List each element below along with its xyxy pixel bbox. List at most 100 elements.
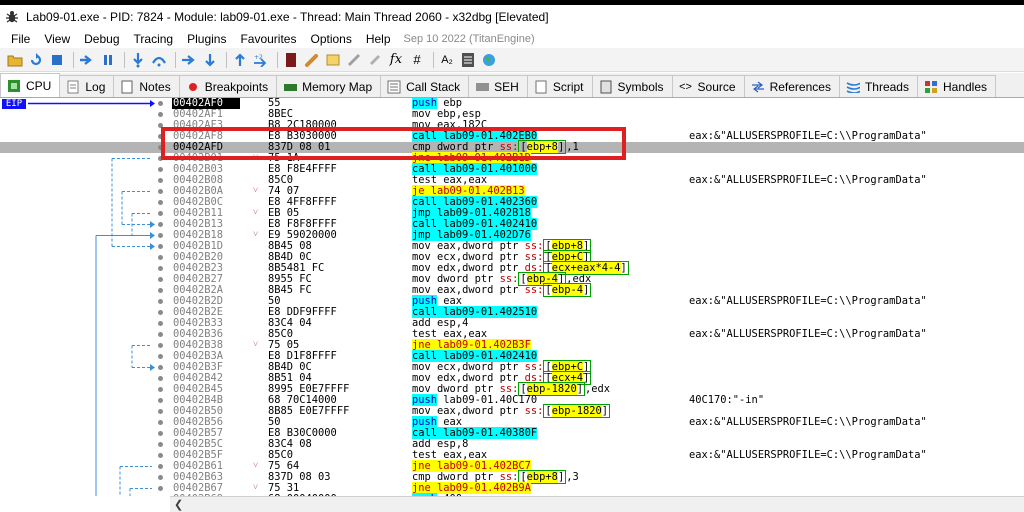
open-folder-icon[interactable] [6, 51, 24, 69]
jump-direction-icon: ˅ [253, 153, 259, 163]
breakpoint-bullet-icon[interactable] [158, 266, 163, 271]
hash-icon[interactable]: # [408, 51, 426, 69]
horizontal-scrollbar[interactable]: ❮ [170, 496, 1024, 512]
stop-icon[interactable] [48, 51, 66, 69]
breakpoint-bullet-icon[interactable] [158, 376, 163, 381]
breakpoint-bullet-icon[interactable] [158, 211, 163, 216]
comments-icon[interactable] [324, 51, 342, 69]
bug-app-icon [4, 9, 20, 25]
instruction-comment: eax:&"ALLUSERSPROFILE=C:\\ProgramData" [689, 174, 927, 186]
disasm-row[interactable]: 00402AF0 55 push ebp [0, 98, 1024, 109]
breakpoint-bullet-icon[interactable] [158, 475, 163, 480]
breakpoint-bullet-icon[interactable] [158, 101, 163, 106]
tab-symbols[interactable]: Symbols [591, 75, 673, 97]
tab-threads[interactable]: Threads [838, 75, 918, 97]
tab-breakpoints[interactable]: Breakpoints [178, 75, 278, 97]
strings-az-icon[interactable]: A₂ [438, 51, 456, 69]
segment-prefix: ss: [524, 284, 544, 296]
breakpoint-bullet-icon[interactable] [158, 387, 163, 392]
breakpoint-bullet-icon[interactable] [158, 431, 163, 436]
functions-fx-icon[interactable]: fx [387, 51, 405, 69]
breakpoint-bullet-icon[interactable] [158, 156, 163, 161]
breakpoint-bullet-icon[interactable] [158, 354, 163, 359]
breakpoint-bullet-icon[interactable] [158, 112, 163, 117]
run-icon[interactable] [78, 51, 96, 69]
run-to-user-code-icon[interactable]: +2 [252, 51, 270, 69]
breakpoint-bullet-icon[interactable] [158, 464, 163, 469]
breakpoint-bullet-icon[interactable] [158, 200, 163, 205]
breakpoint-bullet-icon[interactable] [158, 442, 163, 447]
breakpoint-bullet-icon[interactable] [158, 486, 163, 491]
breakpoint-bullet-icon[interactable] [158, 398, 163, 403]
tab-log[interactable]: Log [59, 75, 115, 97]
tab-script[interactable]: Script [526, 75, 593, 97]
breakpoint-bullet-icon[interactable] [158, 288, 163, 293]
scroll-left-icon[interactable]: ❮ [174, 498, 183, 511]
breakpoint-bullet-icon[interactable] [158, 189, 163, 194]
breakpoint-bullet-icon[interactable] [158, 134, 163, 139]
trace-into-icon[interactable] [180, 51, 198, 69]
breakpoint-bullet-icon[interactable] [158, 343, 163, 348]
breakpoint-bullet-icon[interactable] [158, 233, 163, 238]
menu-debug[interactable]: Debug [77, 32, 126, 46]
tab-notes[interactable]: Notes [113, 75, 180, 97]
tab-cpu[interactable]: CPU [0, 73, 61, 97]
menu-file[interactable]: File [4, 32, 37, 46]
menu-view[interactable]: View [37, 32, 77, 46]
jump-direction-icon: ˅ [253, 461, 259, 471]
menu-tracing[interactable]: Tracing [127, 32, 181, 46]
breakpoint-bullet-icon[interactable] [158, 277, 163, 282]
breakpoint-bullet-icon[interactable] [158, 145, 163, 150]
breakpoint-bullet-icon[interactable] [158, 453, 163, 458]
tab-source[interactable]: <> Source [671, 75, 745, 97]
disasm-row[interactable]: 00402B2E E8 DDF9FFFF call lab09-01.402510 [0, 306, 1024, 318]
breakpoint-bullet-icon[interactable] [158, 222, 163, 227]
breakpoint-bullet-icon[interactable] [158, 255, 163, 260]
callstack-icon [387, 80, 401, 94]
toolbar-separator [277, 51, 278, 68]
tab-handles[interactable]: Handles [916, 75, 997, 97]
tab-seh[interactable]: SEH [468, 75, 528, 97]
module-list-icon[interactable] [459, 51, 477, 69]
disasm-row[interactable]: 00402B57 E8 B30C0000 call lab09-01.40380F [0, 427, 1024, 439]
tab-memory-map[interactable]: Memory Map [276, 75, 382, 97]
breakpoint-bullet-icon[interactable] [158, 420, 163, 425]
step-into-icon[interactable] [129, 51, 147, 69]
toolbar-separator [226, 51, 227, 68]
breakpoint-bullet-icon[interactable] [158, 365, 163, 370]
breakpoint-bullet-icon[interactable] [158, 244, 163, 249]
breakpoint-bullet-icon[interactable] [158, 123, 163, 128]
breakpoint-bullet-icon[interactable] [158, 167, 163, 172]
globe-icon[interactable] [480, 51, 498, 69]
tab-label: References [769, 79, 831, 94]
breakpoint-bullet-icon[interactable] [158, 310, 163, 315]
tab-bar: CPU Log Notes Breakpoints Memory Map Cal… [0, 73, 1024, 98]
trace-over-icon[interactable] [201, 51, 219, 69]
tab-label: Log [85, 79, 106, 94]
patch-icon[interactable] [303, 51, 321, 69]
breakpoint-bullet-icon[interactable] [158, 178, 163, 183]
menu-plugins[interactable]: Plugins [180, 32, 233, 46]
breakpoint-bullet-icon[interactable] [158, 321, 163, 326]
tab-references[interactable]: References [743, 75, 840, 97]
restart-icon[interactable] [27, 51, 45, 69]
breakpoint-bullet-icon[interactable] [158, 409, 163, 414]
menu-favourites[interactable]: Favourites [233, 32, 303, 46]
tab-call-stack[interactable]: Call Stack [380, 75, 470, 97]
labels-icon[interactable] [345, 51, 363, 69]
pause-icon[interactable] [99, 51, 117, 69]
instruction-comment: eax:&"ALLUSERSPROFILE=C:\\ProgramData" [689, 449, 927, 461]
breakpoint-bullet-icon[interactable] [158, 299, 163, 304]
execute-till-return-icon[interactable] [231, 51, 249, 69]
breakpoint-bullet-icon[interactable] [158, 332, 163, 337]
bookmarks-icon[interactable] [366, 51, 384, 69]
scylla-icon[interactable] [282, 51, 300, 69]
symbols-icon [599, 80, 613, 94]
step-over-icon[interactable] [150, 51, 168, 69]
disassembly-view[interactable]: EIP 00402AF0 55 push ebp 00402AF1 8BEC mov eb… [0, 98, 1024, 496]
tab-label: Notes [139, 79, 171, 94]
disasm-row[interactable]: 00402B67 ˅ 75 31 jne lab09-01.402B9A [0, 482, 1024, 494]
menu-options[interactable]: Options [303, 32, 358, 46]
disasm-row[interactable]: 00402AF1 8BEC mov ebp,esp [0, 109, 1024, 120]
menu-help[interactable]: Help [359, 32, 398, 46]
